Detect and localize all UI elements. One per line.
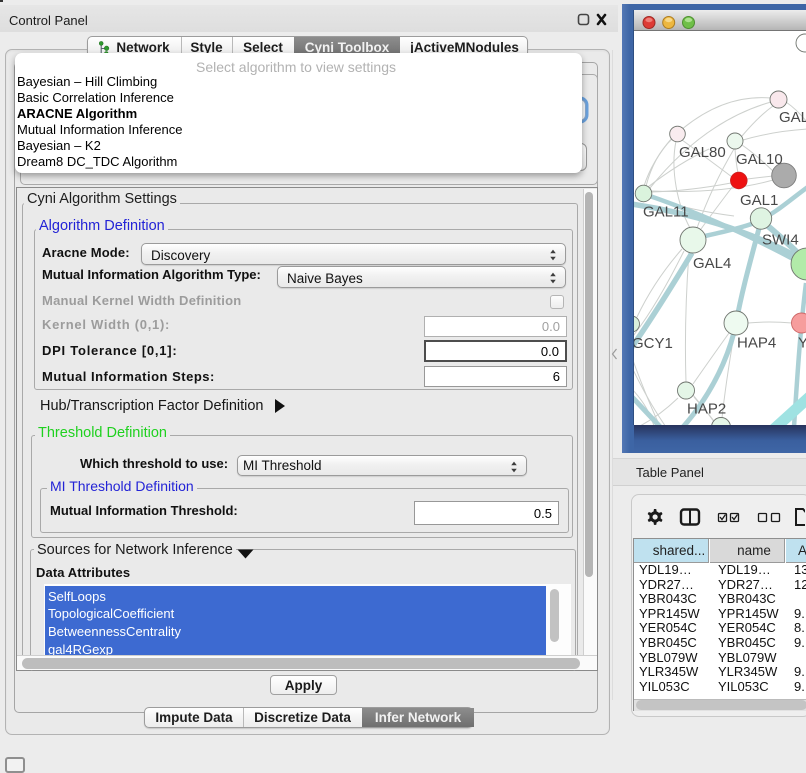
svg-text:SWI4: SWI4	[762, 232, 799, 249]
svg-text:GAL1: GAL1	[740, 192, 778, 209]
svg-text:GCY1: GCY1	[634, 335, 673, 352]
svg-text:GAL80: GAL80	[679, 144, 726, 161]
svg-text:GAL11: GAL11	[643, 204, 689, 221]
svg-text:GAL4: GAL4	[693, 255, 731, 272]
svg-text:GAL: GAL	[779, 109, 806, 126]
svg-text:Y: Y	[798, 335, 806, 352]
svg-text:GAL10: GAL10	[736, 151, 783, 168]
svg-text:HAP4: HAP4	[737, 335, 776, 352]
svg-text:HAP2: HAP2	[687, 401, 726, 418]
